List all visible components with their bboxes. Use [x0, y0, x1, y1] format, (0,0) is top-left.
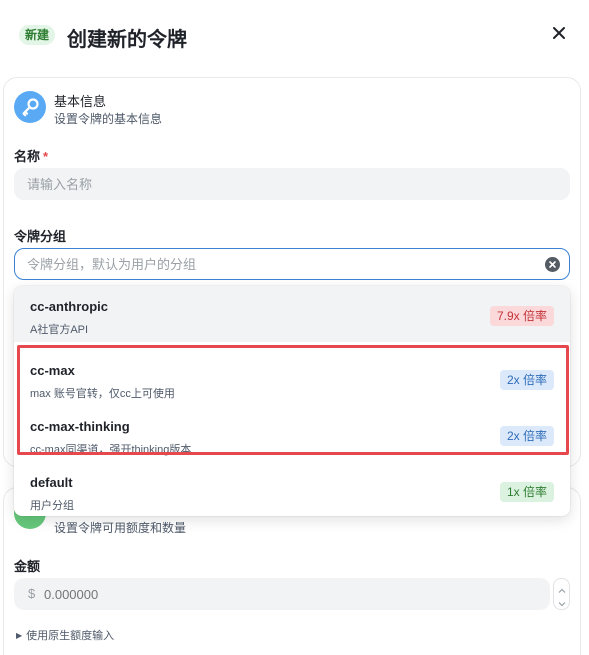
group-label: 令牌分组 [14, 229, 67, 244]
basic-info-subtitle: 设置令牌的基本信息 [54, 112, 163, 126]
group-option-cc-anthropic[interactable]: cc-anthropic A社官方API 7.9x 倍率 [14, 286, 570, 342]
new-badge: 新建 [19, 25, 56, 45]
option-description: 用户分组 [30, 500, 74, 512]
option-description: cc-max同渠道，强开thinking版本 [30, 444, 192, 456]
option-description: max 账号官转，仅cc上可使用 [30, 388, 175, 400]
close-icon [553, 27, 565, 39]
key-icon [14, 91, 46, 123]
clear-button[interactable] [545, 257, 560, 272]
quota-subtitle: 设置令牌可用额度和数量 [54, 521, 187, 535]
rate-badge: 2x 倍率 [499, 370, 554, 390]
group-input[interactable] [14, 248, 570, 280]
group-option-cc-max[interactable]: cc-max max 账号官转，仅cc上可使用 2x 倍率 [14, 350, 570, 406]
group-option-default[interactable]: default 用户分组 1x 倍率 [14, 462, 570, 516]
modal-title: 创建新的令牌 [67, 29, 187, 51]
group-dropdown: cc-anthropic A社官方API 7.9x 倍率 cc-max max … [14, 286, 570, 516]
raw-quota-toggle[interactable]: ▶ 使用原生额度输入 [16, 627, 114, 643]
required-mark: * [43, 149, 49, 164]
currency-symbol: $ [28, 586, 36, 601]
rate-badge: 7.9x 倍率 [489, 306, 554, 326]
name-input[interactable] [14, 168, 570, 200]
group-option-cc-max-thinking[interactable]: cc-max-thinking cc-max同渠道，强开thinking版本 2… [14, 406, 570, 462]
name-label: 名称 * [14, 149, 49, 164]
option-description: A社官方API [30, 324, 89, 336]
rate-badge: 1x 倍率 [499, 482, 554, 502]
amount-input[interactable] [44, 578, 544, 610]
chevron-down-icon [558, 602, 566, 607]
option-name: cc-anthropic [30, 299, 109, 314]
rate-badge: 2x 倍率 [499, 426, 554, 446]
close-button[interactable] [549, 23, 569, 43]
basic-info-title: 基本信息 [54, 94, 107, 109]
option-name: cc-max-thinking [30, 419, 130, 434]
amount-field: $ [14, 578, 550, 610]
option-name: cc-max [30, 363, 75, 378]
stepper-up-button[interactable] [557, 583, 567, 593]
chevron-up-icon [558, 588, 566, 593]
clear-icon [545, 257, 560, 272]
amount-stepper [553, 578, 570, 610]
amount-label: 金额 [14, 559, 41, 574]
modal-header: 新建 创建新的令牌 [0, 0, 589, 72]
triangle-right-icon: ▶ [16, 631, 23, 640]
stepper-down-button[interactable] [557, 596, 567, 607]
option-name: default [30, 475, 73, 490]
